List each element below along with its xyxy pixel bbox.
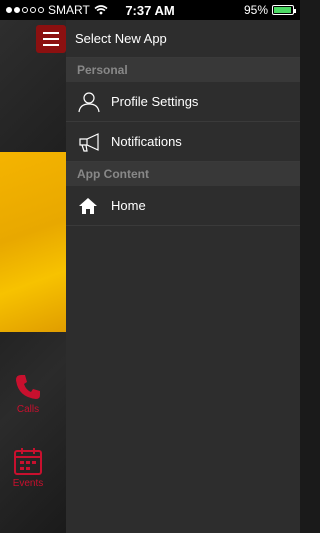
menu-line [43, 38, 59, 40]
menu-line [43, 44, 59, 46]
menu-item-notifications[interactable]: Notifications [66, 122, 300, 162]
menu-item-home[interactable]: Home [66, 186, 300, 226]
section-title: Personal [77, 63, 128, 77]
status-bar: SMART 7:37 AM 95% [0, 0, 300, 20]
drawer-header-title: Select New App [75, 31, 167, 46]
section-personal: Personal [66, 58, 300, 82]
status-left: SMART [6, 3, 108, 17]
carrier-name: SMART [48, 3, 90, 17]
background-app[interactable]: Calls Events [0, 20, 66, 533]
events-label: Events [12, 478, 44, 489]
menu-item-label: Profile Settings [111, 94, 199, 109]
signal-strength-icon [6, 7, 44, 13]
battery-icon [272, 5, 296, 15]
calls-label: Calls [16, 404, 40, 415]
menu-item-profile-settings[interactable]: Profile Settings [66, 82, 300, 122]
hamburger-menu-button[interactable] [36, 25, 66, 53]
megaphone-icon [79, 132, 99, 152]
menu-item-label: Home [111, 198, 146, 213]
wifi-icon [94, 5, 108, 15]
select-new-app-button[interactable]: Select New App [66, 20, 300, 58]
calls-shortcut[interactable]: Calls [0, 372, 56, 415]
menu-item-label: Notifications [111, 134, 182, 149]
yellow-banner [0, 152, 66, 332]
battery-fill [274, 7, 292, 13]
menu-line [43, 32, 59, 34]
events-shortcut[interactable]: Events [0, 446, 56, 489]
navigation-drawer: Select New App Personal Profile Settings… [66, 20, 300, 533]
home-icon [79, 197, 97, 214]
status-right: 95% [243, 3, 296, 17]
calendar-icon [14, 448, 42, 475]
battery-percent: 95% [243, 3, 268, 17]
person-icon [78, 91, 100, 112]
section-app-content: App Content [66, 162, 300, 186]
section-title: App Content [77, 167, 149, 181]
phone-icon [16, 375, 40, 399]
